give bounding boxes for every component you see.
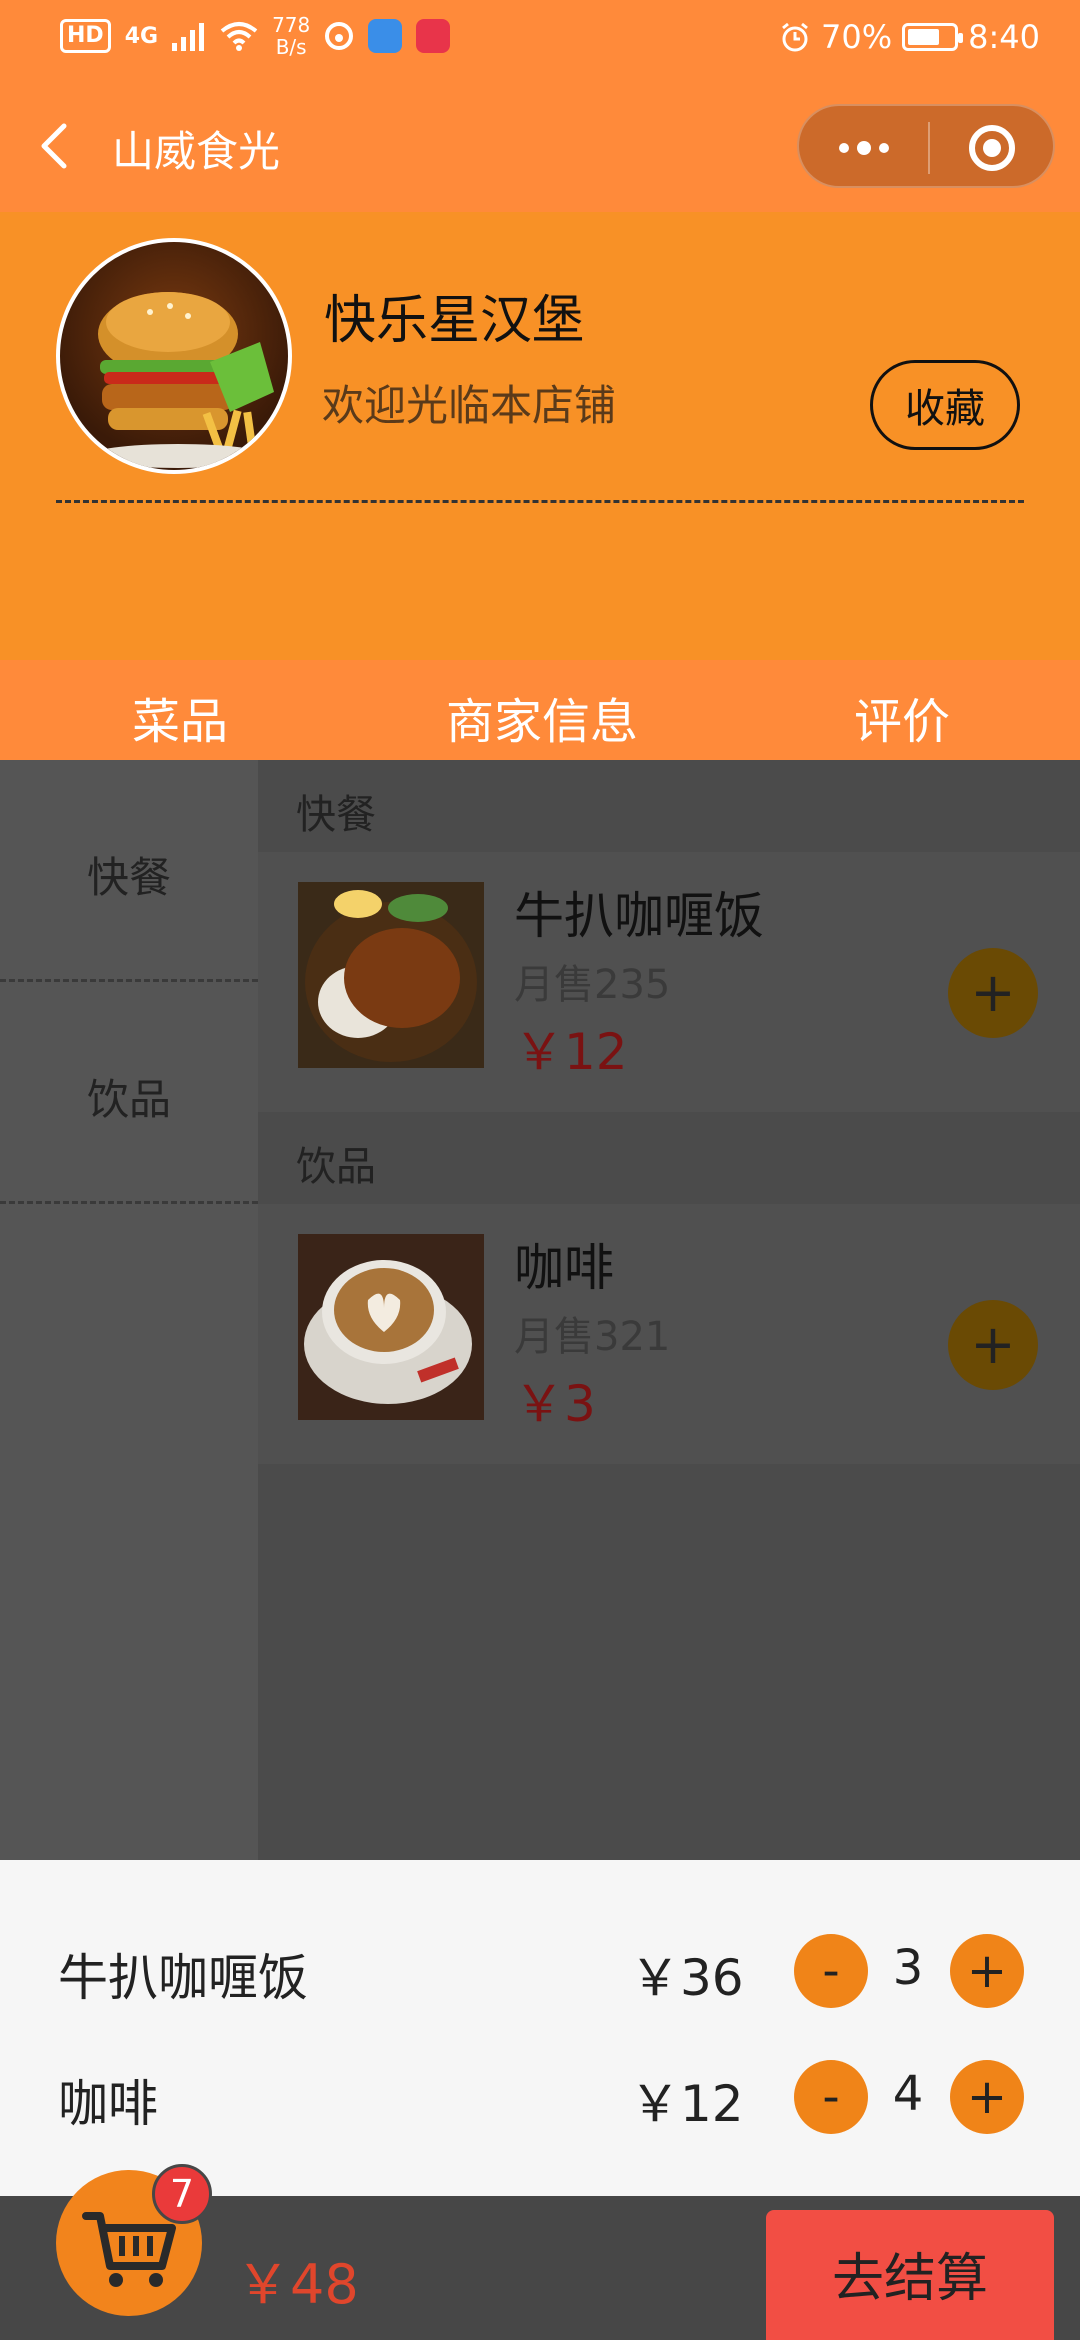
cart-item-price: ￥12 [630,2075,744,2133]
tab-dishes[interactable]: 菜品 [132,682,228,752]
checkout-button[interactable]: 去结算 [766,2210,1054,2340]
section-header: 快餐 [258,760,1080,852]
nav-bar: 山威食光 [0,80,1080,212]
divider [56,500,1024,503]
message-app-icon [368,19,403,53]
cart-panel: 牛扒咖喱饭 ￥36 - 3 + 咖啡 ￥12 - 4 + [0,1860,1080,2196]
product-name: 咖啡 [514,1239,614,1297]
tab-reviews[interactable]: 评价 [854,682,950,752]
battery-level [908,29,939,45]
product-list: 快餐 牛扒咖喱饭 月售235 ￥12 + 饮品 咖啡 月售321 ￥3 + [258,760,1080,1860]
cart-total: ￥48 [236,2253,359,2316]
section-header: 饮品 [258,1112,1080,1204]
cart-item-name: 咖啡 [58,2075,158,2133]
decrease-button[interactable]: - [794,2060,868,2134]
shop-app-icon [416,19,451,53]
status-bar: HD 4G 778 B/s 70% 8:40 [0,0,1080,80]
cart-count-badge: 7 [152,2164,212,2224]
product-name: 牛扒咖喱饭 [514,887,764,945]
curry-rice-image [298,882,484,1068]
tab-bar: 菜品 商家信息 评价 [0,660,1080,760]
shop-header: 快乐星汉堡 欢迎光临本店铺 收藏 [0,212,1080,660]
monthly-sales: 月售235 [514,962,671,1008]
category-label: 饮品 [86,1075,171,1124]
monthly-sales: 月售321 [514,1314,671,1360]
signal-indicator: 4G [124,23,159,49]
status-right: 70% 8:40 [779,18,1040,56]
burger-image [88,292,274,468]
network-speed: 778 B/s [272,14,310,58]
cart-item-price: ￥36 [630,1949,744,2007]
speed-unit: B/s [275,35,307,59]
product-price: ￥12 [514,1023,628,1081]
more-options-icon[interactable] [833,134,895,162]
cart-row: 咖啡 ￥12 - 4 + [0,2030,1080,2156]
page-title: 山威食光 [112,127,281,176]
section-label: 快餐 [296,792,376,838]
section-label: 饮品 [296,1144,376,1190]
menu-area: 快餐 饮品 快餐 牛扒咖喱饭 月售235 ￥12 + 饮品 咖啡 月售321 ￥… [0,760,1080,1860]
category-drinks[interactable]: 饮品 [0,982,258,1204]
category-fastfood[interactable]: 快餐 [0,760,258,982]
category-label: 快餐 [86,853,171,902]
add-to-cart-button[interactable]: + [948,948,1038,1038]
tab-merchant-info[interactable]: 商家信息 [446,682,638,752]
back-arrow-icon[interactable] [36,122,76,170]
alarm-icon [782,22,808,52]
signal-bars-icon [172,23,205,51]
product-item: 咖啡 月售321 ￥3 + [258,1204,1080,1464]
speed-value: 778 [272,13,311,37]
decrease-button[interactable]: - [794,1934,868,2008]
cart-item-name: 牛扒咖喱饭 [58,1949,308,2007]
coffee-image [298,1234,484,1420]
shop-logo [56,238,292,474]
status-left: HD 4G 778 B/s [60,14,451,58]
product-price: ￥3 [514,1375,596,1433]
wifi-icon [220,22,258,51]
increase-button[interactable]: + [950,2060,1024,2134]
hd-indicator: HD [60,19,111,53]
cart-row: 牛扒咖喱饭 ￥36 - 3 + [0,1904,1080,2030]
battery-percent: 70% [821,18,893,56]
checkout-bar: 7 ￥48 去结算 [0,2164,1080,2340]
clock: 8:40 [968,18,1040,56]
cart-item-quantity: 3 [892,1940,924,1996]
netease-icon [325,22,354,50]
product-item: 牛扒咖喱饭 月售235 ￥12 + [258,852,1080,1112]
add-to-cart-button[interactable]: + [948,1300,1038,1390]
shop-welcome-text: 欢迎光临本店铺 [322,381,617,430]
battery-icon [902,23,964,51]
capsule-divider [928,122,930,174]
favorite-button[interactable]: 收藏 [870,360,1020,450]
close-miniprogram-icon[interactable] [969,125,1015,171]
shop-name: 快乐星汉堡 [324,291,585,351]
cart-item-quantity: 4 [892,2066,924,2122]
miniprogram-capsule [797,104,1055,188]
increase-button[interactable]: + [950,1934,1024,2008]
category-sidebar: 快餐 饮品 [0,760,258,1860]
